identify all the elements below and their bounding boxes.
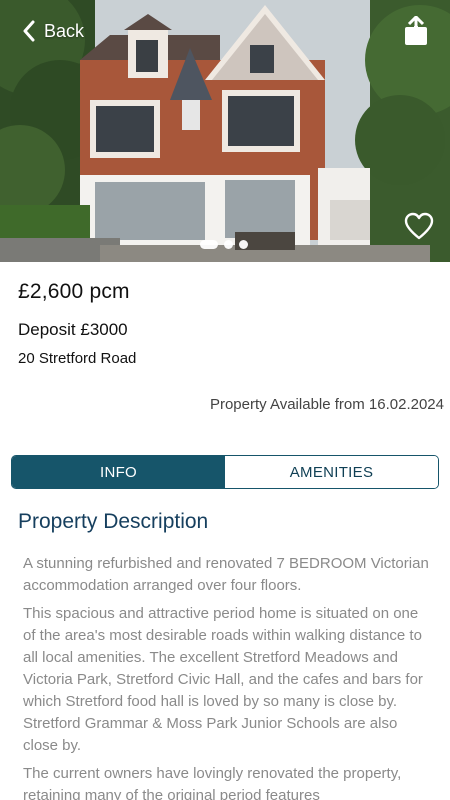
description-paragraph: This spacious and attractive period home…	[23, 605, 423, 754]
share-icon[interactable]	[404, 16, 428, 46]
tab-info[interactable]: INFO	[12, 456, 225, 488]
heart-outline-icon[interactable]	[404, 212, 434, 242]
detail-tabs: INFO AMENITIES	[11, 455, 439, 489]
description-paragraph: The current owners have lovingly renovat…	[23, 765, 402, 800]
deposit-amount: Deposit £3000	[18, 320, 128, 339]
gallery-pagination[interactable]	[200, 240, 248, 249]
back-label: Back	[44, 20, 85, 41]
property-photo[interactable]: Back	[0, 0, 450, 262]
property-description: A stunning refurbished and renovated 7 B…	[23, 553, 431, 800]
back-button[interactable]: Back	[22, 20, 84, 42]
chevron-left-icon	[23, 20, 35, 42]
availability-date: Property Available from 16.02.2024	[209, 396, 444, 413]
gallery-dot[interactable]	[239, 240, 248, 249]
tab-amenities[interactable]: AMENITIES	[225, 456, 438, 488]
rent-price: £2,600 pcm	[18, 280, 130, 303]
gallery-dot[interactable]	[224, 240, 233, 249]
description-paragraph: A stunning refurbished and renovated 7 B…	[23, 555, 429, 594]
section-title: Property Description	[18, 510, 209, 533]
gallery-dot[interactable]	[200, 240, 218, 249]
property-address: 20 Stretford Road	[18, 350, 137, 367]
